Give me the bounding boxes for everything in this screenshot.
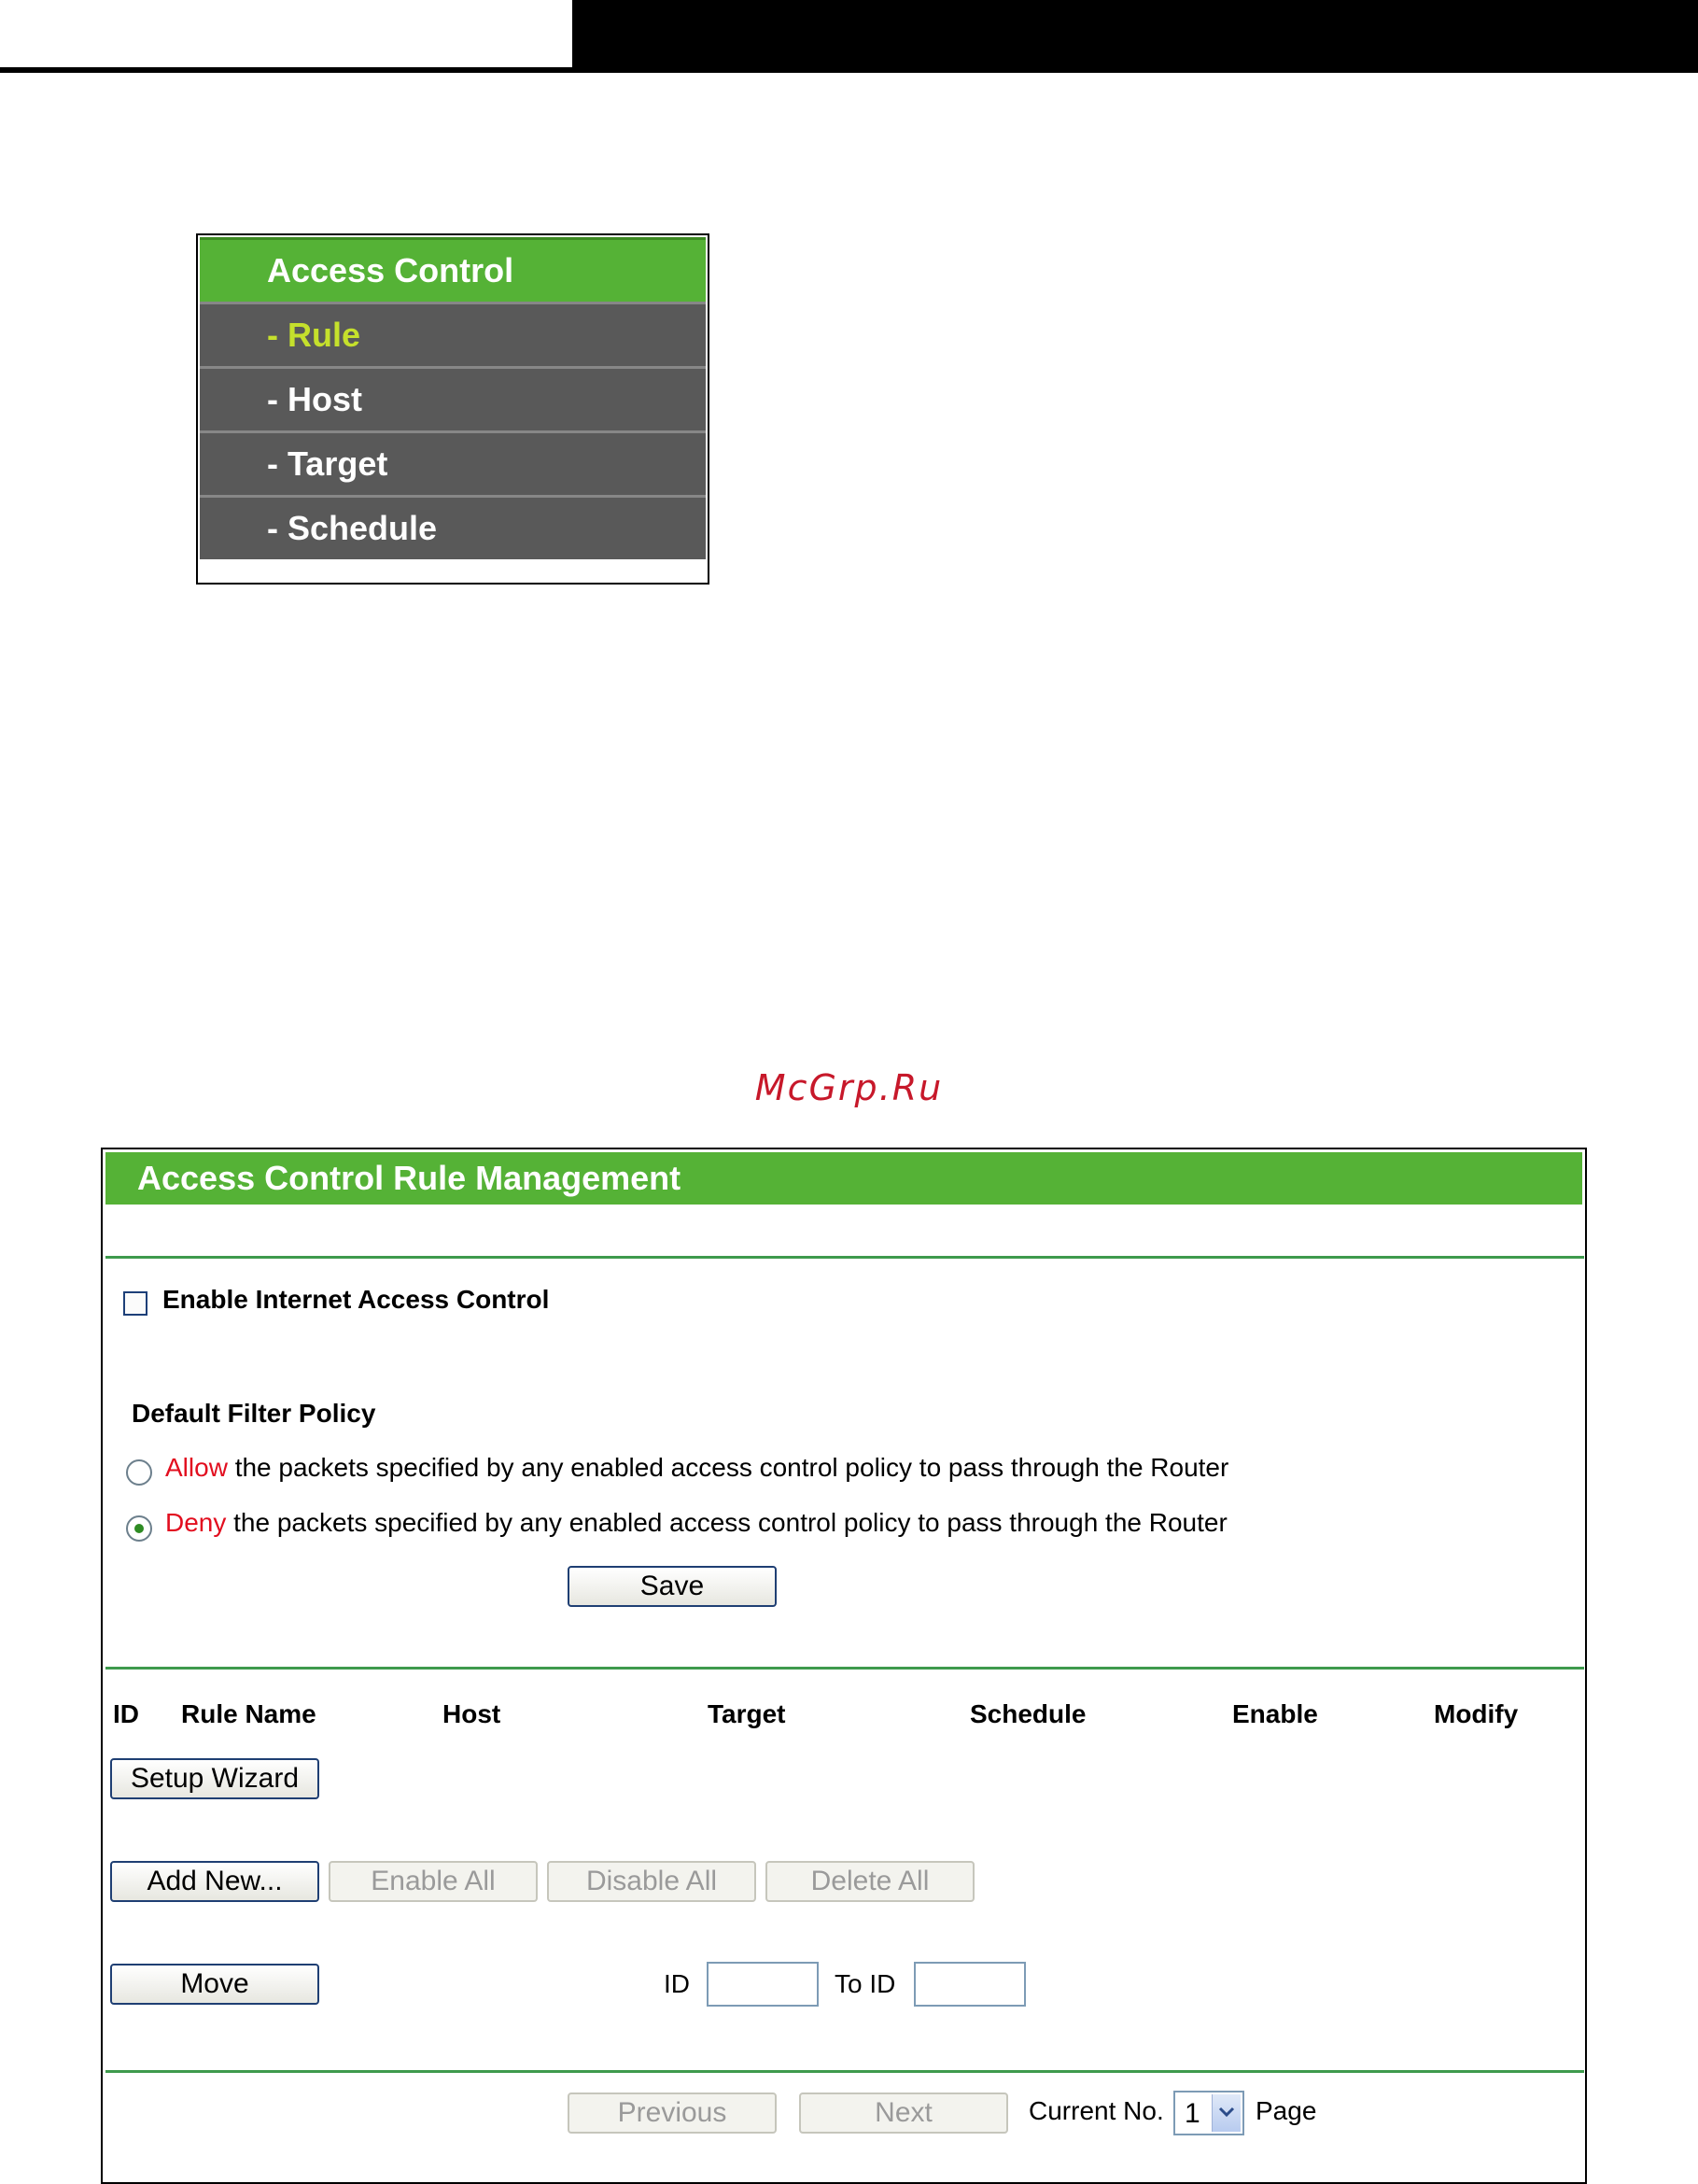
header-modify: Modify [1434, 1699, 1519, 1728]
allow-policy-text: the packets specified by any enabled acc… [234, 1453, 1229, 1482]
header-enable: Enable [1232, 1699, 1318, 1728]
deny-policy-label: Deny the packets specified by any enable… [165, 1508, 1228, 1538]
move-to-id-label: To ID [835, 1969, 896, 1998]
disable-all-button[interactable]: Disable All [547, 1861, 756, 1902]
menu-item-target[interactable]: - Target [200, 430, 706, 495]
access-control-menu: Access Control - Rule - Host - Target - … [196, 233, 709, 585]
delete-all-button[interactable]: Delete All [765, 1861, 975, 1902]
current-no-label: Current No. [1029, 2096, 1164, 2125]
header-host: Host [442, 1699, 501, 1728]
next-button[interactable]: Next [799, 2092, 1008, 2134]
menu-item-rule[interactable]: - Rule [200, 302, 706, 366]
deny-policy-text: the packets specified by any enabled acc… [233, 1508, 1228, 1537]
page-label: Page [1256, 2096, 1317, 2125]
page-select[interactable]: 1 [1173, 2091, 1244, 2135]
save-button[interactable]: Save [568, 1566, 777, 1607]
page-select-value: 1 [1185, 2098, 1200, 2129]
menu-title[interactable]: Access Control [200, 237, 706, 302]
watermark: McGrp.Ru [754, 1067, 944, 1108]
page-header-bar [572, 0, 1698, 67]
chevron-down-icon[interactable] [1212, 2094, 1241, 2132]
header-id: ID [113, 1699, 139, 1728]
menu-item-host[interactable]: - Host [200, 366, 706, 430]
previous-button[interactable]: Previous [568, 2092, 777, 2134]
divider [105, 1256, 1584, 1259]
header-rule-name: Rule Name [181, 1699, 316, 1728]
move-id-input[interactable] [707, 1962, 819, 2007]
divider [105, 2070, 1584, 2073]
setup-wizard-button[interactable]: Setup Wizard [110, 1758, 319, 1799]
allow-keyword: Allow [165, 1453, 228, 1482]
header-schedule: Schedule [970, 1699, 1087, 1728]
deny-policy-radio[interactable] [126, 1515, 152, 1542]
divider [105, 1667, 1584, 1670]
allow-policy-label: Allow the packets specified by any enabl… [165, 1453, 1228, 1483]
default-filter-policy-heading: Default Filter Policy [132, 1399, 376, 1428]
allow-policy-radio[interactable] [126, 1459, 152, 1486]
add-new-button[interactable]: Add New... [110, 1861, 319, 1902]
menu-item-schedule[interactable]: - Schedule [200, 495, 706, 559]
panel-title: Access Control Rule Management [105, 1152, 1582, 1205]
enable-access-control-label: Enable Internet Access Control [162, 1285, 550, 1314]
header-target: Target [708, 1699, 786, 1728]
page-header-rule [0, 67, 1698, 73]
move-id-label: ID [664, 1969, 690, 1998]
move-to-id-input[interactable] [914, 1962, 1026, 2007]
enable-all-button[interactable]: Enable All [329, 1861, 538, 1902]
deny-keyword: Deny [165, 1508, 227, 1537]
move-button[interactable]: Move [110, 1964, 319, 2005]
enable-access-control-checkbox[interactable] [123, 1291, 147, 1316]
